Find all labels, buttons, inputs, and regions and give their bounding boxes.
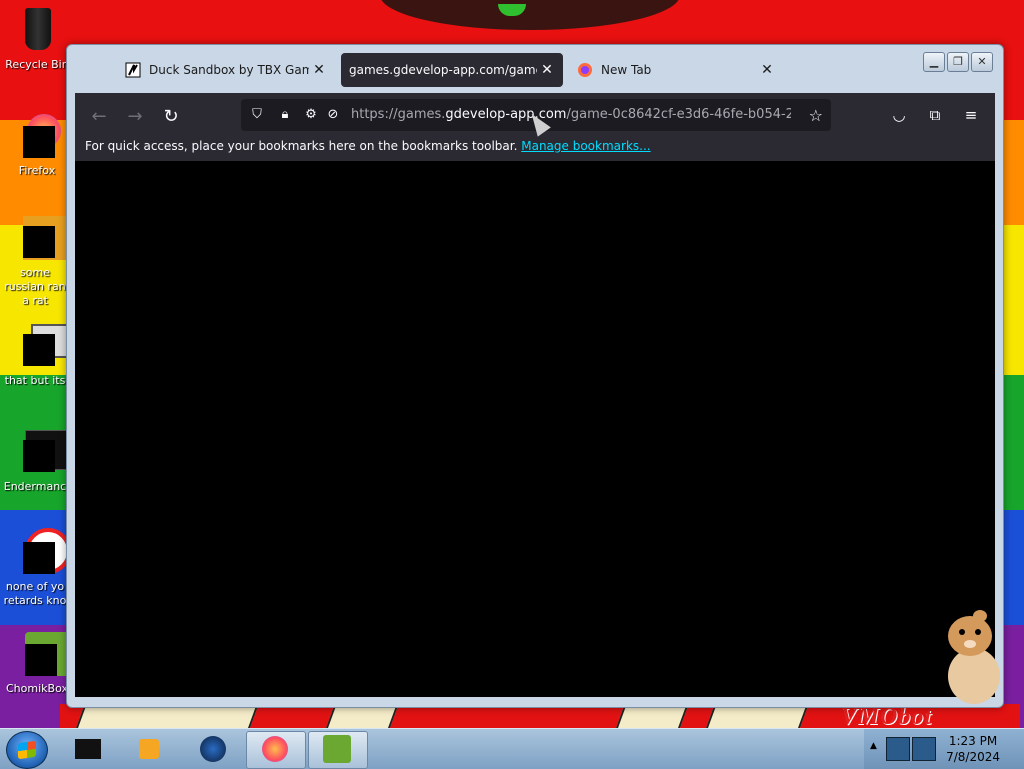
blocked-media-icon[interactable]: ⊘ bbox=[325, 107, 341, 123]
pocket-icon[interactable]: ◡ bbox=[887, 103, 911, 127]
show-hidden-icons-icon[interactable]: ▲ bbox=[870, 741, 877, 751]
page-content[interactable] bbox=[75, 161, 995, 697]
desktop-icon-that-but-its[interactable]: that but its bbox=[3, 322, 71, 388]
tab-strip: Duck Sandbox by TBX Games 2( ✕ games.gde… bbox=[75, 51, 923, 89]
close-window-icon[interactable]: ✕ bbox=[971, 52, 993, 72]
url-text[interactable]: https://games.gdevelop-app.com/game-0c86… bbox=[351, 107, 791, 122]
bookmarks-toolbar: For quick access, place your bookmarks h… bbox=[85, 139, 651, 153]
firefox-icon bbox=[262, 736, 288, 762]
tab-new-tab[interactable]: New Tab ✕ bbox=[567, 53, 783, 87]
bookmark-star-icon[interactable]: ☆ bbox=[809, 106, 823, 125]
desktop-icon-rat[interactable]: some russian ran a rat bbox=[3, 214, 69, 308]
firefox-icon bbox=[13, 112, 61, 160]
window-app-icon bbox=[11, 428, 73, 476]
menu-hamburger-icon[interactable]: ≡ bbox=[959, 103, 983, 127]
desktop-icon-firefox[interactable]: Firefox bbox=[5, 112, 69, 178]
chomikbox-icon bbox=[323, 735, 351, 763]
tab-duck-sandbox[interactable]: Duck Sandbox by TBX Games 2( ✕ bbox=[115, 53, 335, 87]
folder-icon bbox=[11, 322, 71, 370]
reload-icon[interactable]: ↻ bbox=[157, 103, 185, 131]
taskbar: ▲ 1:23 PM 7/8/2024 bbox=[0, 728, 1024, 769]
volume-icon[interactable] bbox=[912, 737, 936, 761]
taskbar-media-player[interactable] bbox=[120, 731, 178, 767]
wallpaper-text: VMObot bbox=[840, 704, 932, 730]
permissions-icon[interactable]: ⚙ bbox=[303, 107, 319, 123]
close-tab-icon[interactable]: ✕ bbox=[757, 62, 777, 78]
clock[interactable]: 1:23 PM 7/8/2024 bbox=[946, 733, 1000, 765]
app-icon bbox=[11, 528, 71, 576]
system-tray: ▲ 1:23 PM 7/8/2024 bbox=[864, 729, 1024, 769]
forward-arrow-icon[interactable]: → bbox=[121, 103, 149, 131]
app-icon bbox=[75, 739, 101, 759]
back-arrow-icon[interactable]: ← bbox=[85, 103, 113, 131]
manage-bookmarks-link[interactable]: Manage bookmarks... bbox=[521, 139, 650, 153]
recycle-bin-icon bbox=[13, 6, 61, 54]
window-controls: ▁ ❐ ✕ bbox=[923, 52, 993, 72]
file-icon bbox=[11, 214, 69, 262]
network-icon[interactable] bbox=[886, 737, 910, 761]
desktop-icon-recycle-bin[interactable]: Recycle Bin bbox=[5, 6, 69, 72]
close-tab-icon[interactable]: ✕ bbox=[309, 62, 329, 78]
chomikbox-icon bbox=[13, 630, 71, 678]
minimize-icon[interactable]: ▁ bbox=[923, 52, 945, 72]
wallpaper-shape bbox=[380, 0, 680, 30]
taskbar-chomikbox[interactable] bbox=[308, 731, 368, 769]
hamster-pet-icon[interactable] bbox=[940, 606, 1006, 706]
taskbar-app-1[interactable] bbox=[58, 731, 116, 767]
browser-window: Duck Sandbox by TBX Games 2( ✕ games.gde… bbox=[66, 44, 1004, 708]
close-tab-icon[interactable]: ✕ bbox=[537, 62, 557, 78]
start-button[interactable] bbox=[6, 731, 48, 769]
firefox-favicon-icon bbox=[577, 62, 593, 78]
extensions-icon[interactable]: ⧉ bbox=[923, 103, 947, 127]
gdevelop-favicon-icon bbox=[125, 62, 141, 78]
lock-icon[interactable]: 🔒︎ bbox=[277, 107, 293, 123]
desktop-icon-endermanc[interactable]: Endermanc bbox=[3, 428, 73, 494]
desktop-icon-chomikbox[interactable]: ChomikBox bbox=[5, 630, 71, 696]
restore-icon[interactable]: ❐ bbox=[947, 52, 969, 72]
desktop-icon-none-of-yo[interactable]: none of yo retards kno bbox=[3, 528, 71, 608]
media-player-icon bbox=[139, 739, 159, 759]
shield-icon[interactable]: ⛉ bbox=[249, 107, 265, 123]
tab-gdevelop-game[interactable]: games.gdevelop-app.com/game-0c ✕ bbox=[341, 53, 563, 87]
app-icon bbox=[200, 736, 226, 762]
taskbar-app-3[interactable] bbox=[184, 731, 242, 767]
windows-logo-icon bbox=[18, 740, 36, 760]
taskbar-firefox[interactable] bbox=[246, 731, 306, 769]
